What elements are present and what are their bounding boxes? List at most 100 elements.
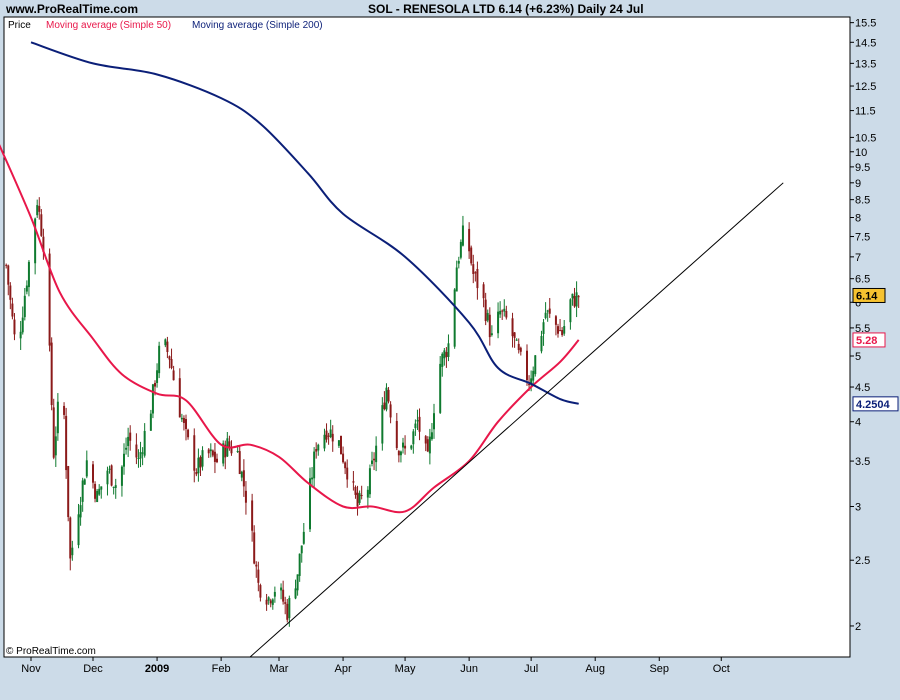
candle-body (399, 451, 402, 456)
candle-body (430, 432, 433, 440)
candle-body (207, 449, 210, 454)
legend-ma50: Moving average (Simple 50) (46, 20, 171, 31)
x-tick-label: Aug (585, 663, 605, 675)
candle-body (296, 574, 299, 591)
candle-body (280, 587, 283, 591)
candle-body (501, 310, 504, 312)
y-axis: 15.5 14.5 13.5 12.5 11.5 10.5 10 9.5 9 8.5 8 7.5 7 6.… (850, 18, 876, 633)
candle-body (77, 514, 80, 546)
candle-body (519, 347, 522, 352)
y-tick-label: 3 (855, 501, 861, 513)
candle-body (108, 468, 111, 470)
candle-body (141, 452, 144, 454)
candle-body (360, 495, 363, 497)
y-tick-label: 9.5 (855, 162, 870, 174)
y-tick-label: 14.5 (855, 37, 876, 49)
candle-body (397, 451, 400, 456)
candle-body (404, 445, 407, 449)
candle-body (187, 429, 190, 438)
candle-body (445, 352, 448, 358)
last-label-text: 5.28 (856, 335, 877, 347)
candle-body (453, 289, 456, 347)
candle-body (271, 599, 274, 605)
x-tick-label: Mar (270, 663, 289, 675)
last-label-text: 6.14 (856, 290, 878, 302)
candle-body (317, 444, 320, 451)
plot-area (3, 16, 851, 658)
y-tick-label: 3.5 (855, 456, 870, 468)
candle-body (571, 293, 574, 299)
x-tick-label: Sep (649, 663, 669, 675)
candle-body (515, 339, 518, 341)
candle-body (433, 413, 435, 430)
x-tick-label: Oct (713, 663, 730, 675)
candle-body (149, 413, 152, 431)
candle-body (327, 435, 330, 437)
x-tick-label: Feb (212, 663, 231, 675)
candle-body (402, 442, 404, 448)
y-tick-label: 2.5 (855, 555, 870, 567)
candle-body (503, 308, 506, 312)
candle-body (323, 434, 326, 449)
last-label-text: 4.2504 (856, 399, 891, 411)
candle-body (410, 445, 413, 449)
candle-body (251, 500, 254, 531)
candle-body (424, 436, 427, 444)
x-tick-label: Nov (21, 663, 41, 675)
y-tick-label: 7 (855, 252, 861, 264)
candle-body (27, 261, 30, 288)
y-tick-label: 2 (855, 621, 861, 633)
candle-body (439, 363, 442, 413)
candle-body (213, 451, 216, 462)
candle-body (513, 332, 516, 338)
y-tick-label: 7.5 (855, 232, 870, 244)
legend-ma200: Moving average (Simple 200) (192, 20, 323, 31)
x-tick-label: 2009 (145, 663, 169, 675)
candle-body (265, 599, 268, 605)
candle-body (209, 449, 212, 452)
x-axis: Nov Dec 2009 Feb Mar Apr May Jun Jul Aug Sep Oct (21, 657, 730, 675)
candle-body (329, 429, 332, 438)
candle-body (426, 439, 429, 452)
candle-body (354, 486, 357, 495)
candle-body (497, 311, 500, 334)
price-chart[interactable]: 15.5 14.5 13.5 12.5 11.5 10.5 10 9.5 9 8.5 8 7.5 7 6.… (0, 0, 900, 700)
y-tick-label: 6.5 (855, 274, 870, 286)
candle-body (352, 481, 355, 483)
candle-body (573, 295, 576, 307)
candle-body (195, 472, 198, 475)
candle-body (79, 505, 82, 518)
y-tick-label: 13.5 (855, 58, 876, 70)
candle-body (532, 370, 535, 381)
candle-body (554, 316, 557, 325)
candle-body (482, 284, 485, 299)
candle-body (50, 342, 53, 406)
candle-body (211, 450, 214, 456)
candle-body (575, 292, 578, 307)
y-tick-label: 8 (855, 213, 861, 225)
copyright: © ProRealTime.com (6, 646, 96, 657)
candle-body (182, 417, 185, 423)
candle-body (83, 479, 86, 485)
candle-body (25, 285, 28, 292)
candle-body (540, 335, 543, 352)
candle-body (325, 430, 328, 440)
candle-body (505, 310, 508, 318)
x-tick-label: Apr (335, 663, 352, 675)
candle-body (474, 272, 477, 274)
y-tick-label: 5 (855, 351, 861, 363)
candle-body (294, 588, 297, 599)
y-tick-label: 8.5 (855, 195, 870, 207)
x-tick-label: Dec (83, 663, 103, 675)
candle-body (366, 489, 369, 498)
y-tick-label: 11.5 (855, 106, 876, 118)
x-tick-label: Jun (460, 663, 478, 675)
y-tick-label: 4.5 (855, 382, 870, 394)
legend-price: Price (8, 20, 31, 31)
candle-body (269, 600, 272, 604)
candle-body (517, 343, 520, 351)
y-tick-label: 15.5 (855, 18, 876, 30)
candle-body (546, 310, 549, 312)
y-tick-label: 10 (855, 147, 867, 159)
y-tick-label: 12.5 (855, 81, 876, 93)
